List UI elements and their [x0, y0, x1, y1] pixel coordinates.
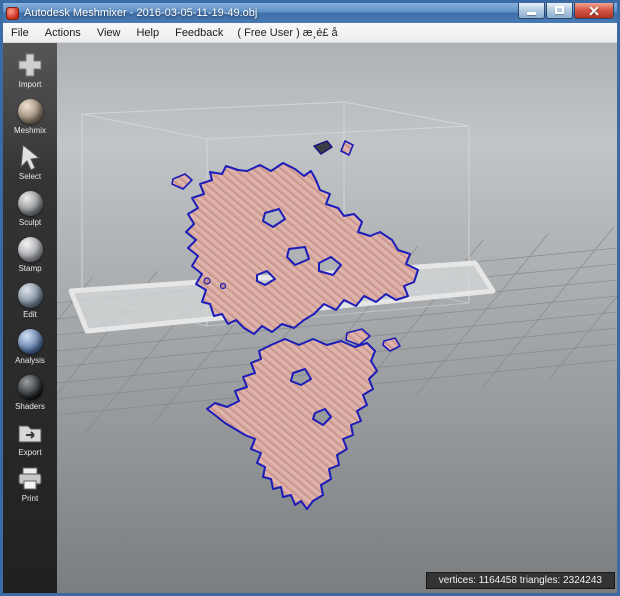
- scene-canvas[interactable]: [57, 43, 617, 593]
- tool-label: Meshmix: [13, 126, 46, 135]
- sidebar-item-export[interactable]: Export: [3, 419, 57, 462]
- main-area: Import Meshmix Select Sculpt Stamp Edit …: [3, 43, 617, 593]
- menu-actions[interactable]: Actions: [37, 25, 89, 41]
- stamp-sphere-icon: [16, 235, 44, 263]
- sidebar-item-print[interactable]: Print: [3, 465, 57, 508]
- status-bar: vertices: 1164458 triangles: 2324243: [425, 572, 615, 589]
- tool-label: Import: [18, 80, 42, 89]
- tool-label: Stamp: [18, 264, 42, 273]
- menu-feedback[interactable]: Feedback: [167, 25, 231, 41]
- mesh-stats: vertices: 1164458 triangles: 2324243: [438, 575, 602, 586]
- close-icon: [575, 3, 613, 18]
- mesh-upper-body[interactable]: [185, 162, 419, 335]
- analysis-sphere-icon: [16, 327, 44, 355]
- tool-sidebar: Import Meshmix Select Sculpt Stamp Edit …: [3, 43, 57, 593]
- menu-bar: File Actions View Help Feedback ( Free U…: [3, 23, 617, 43]
- close-button[interactable]: [574, 3, 614, 19]
- export-folder-icon: [16, 419, 44, 447]
- menu-help[interactable]: Help: [128, 25, 167, 41]
- menu-view[interactable]: View: [89, 25, 129, 41]
- select-cursor-icon: [16, 143, 44, 171]
- minimize-button[interactable]: [518, 3, 545, 19]
- sidebar-item-select[interactable]: Select: [3, 143, 57, 186]
- window-controls: [518, 3, 614, 19]
- sidebar-item-edit[interactable]: Edit: [3, 281, 57, 324]
- meshmixer-app-icon: [6, 6, 19, 20]
- sidebar-item-import[interactable]: Import: [3, 51, 57, 94]
- viewport-3d[interactable]: vertices: 1164458 triangles: 2324243: [57, 43, 617, 593]
- tool-label: Analysis: [15, 356, 45, 365]
- sculpt-sphere-icon: [16, 189, 44, 217]
- tool-label: Edit: [23, 310, 37, 319]
- sidebar-item-stamp[interactable]: Stamp: [3, 235, 57, 278]
- shaders-sphere-icon: [16, 373, 44, 401]
- maximize-icon: [555, 6, 564, 14]
- free-user-status: ( Free User ) æ¸é£ å: [237, 26, 338, 39]
- sidebar-item-shaders[interactable]: Shaders: [3, 373, 57, 416]
- sidebar-item-sculpt[interactable]: Sculpt: [3, 189, 57, 232]
- tool-label: Print: [21, 494, 39, 503]
- minimize-icon: [527, 12, 536, 15]
- meshmix-sphere-icon: [16, 97, 44, 125]
- maximize-button[interactable]: [546, 3, 573, 19]
- print-printer-icon: [16, 465, 44, 493]
- tool-label: Sculpt: [18, 218, 42, 227]
- app-window: Autodesk Meshmixer - 2016-03-05-11-19-49…: [0, 0, 620, 596]
- tool-label: Export: [18, 448, 42, 457]
- menu-file[interactable]: File: [3, 25, 37, 41]
- tool-label: Select: [18, 172, 42, 181]
- mesh-lower-body[interactable]: [206, 338, 378, 510]
- title-bar[interactable]: Autodesk Meshmixer - 2016-03-05-11-19-49…: [3, 3, 617, 23]
- edit-sphere-icon: [16, 281, 44, 309]
- window-title: Autodesk Meshmixer - 2016-03-05-11-19-49…: [24, 7, 258, 19]
- import-plus-icon: [16, 51, 44, 79]
- tool-label: Shaders: [15, 402, 45, 411]
- sidebar-item-analysis[interactable]: Analysis: [3, 327, 57, 370]
- sidebar-item-meshmix[interactable]: Meshmix: [3, 97, 57, 140]
